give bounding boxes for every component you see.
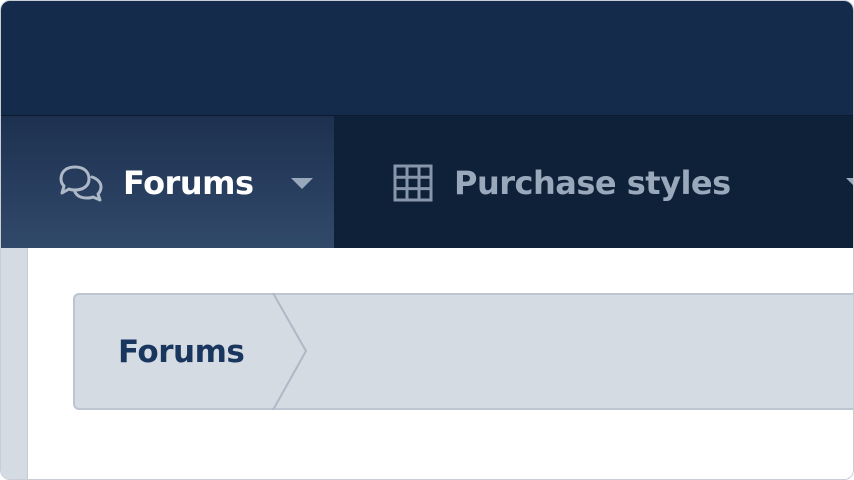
nav-tab-forums[interactable]: Forums [1,116,334,249]
browser-frame: Forums Purchase styles Forums [0,0,854,480]
site-header [1,1,853,115]
breadcrumb-label: Forums [118,333,245,370]
breadcrumb: Forums [73,293,853,410]
grid-icon [392,163,434,203]
nav-tab-label: Purchase styles [454,163,731,202]
chat-bubbles-icon [57,163,105,203]
nav-tab-label: Forums [123,163,254,202]
nav-tab-purchase-styles[interactable]: Purchase styles [334,116,853,249]
page-content: Forums [1,248,853,479]
main-navigation: Forums Purchase styles [1,115,853,249]
breadcrumb-separator-icon [272,293,308,410]
breadcrumb-item-forums[interactable]: Forums [75,295,275,408]
chevron-down-icon[interactable] [291,178,313,189]
sidebar-rail [1,248,28,479]
chevron-down-icon[interactable] [846,178,853,189]
